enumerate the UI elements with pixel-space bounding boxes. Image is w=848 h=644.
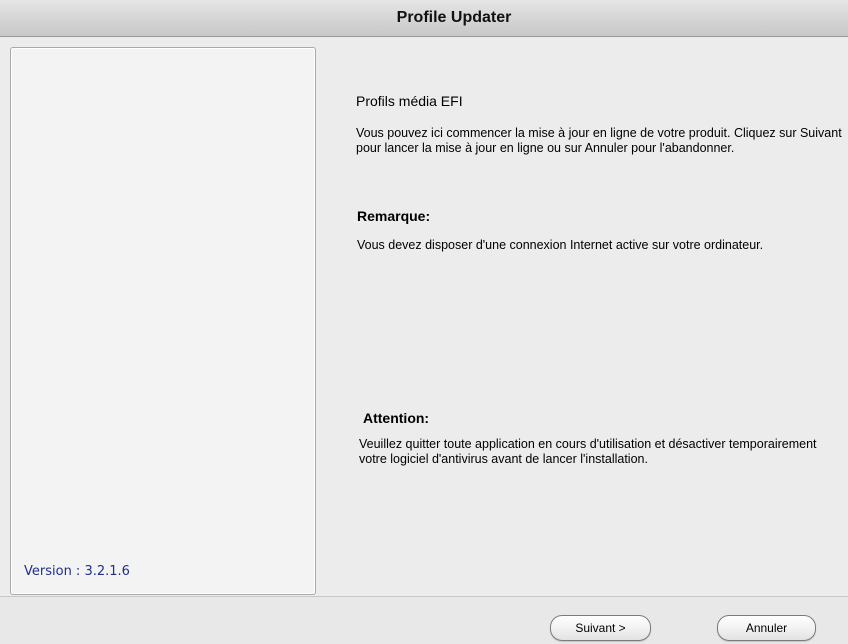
window-title: Profile Updater [396, 9, 512, 26]
next-button[interactable]: Suivant > [550, 615, 651, 641]
title-bar[interactable]: Profile Updater [0, 0, 848, 37]
attention-text: Veuillez quitter toute application en co… [359, 437, 817, 466]
profile-updater-window: Profile Updater Version : 3.2.1.6 Profil… [0, 0, 848, 644]
remarque-title: Remarque: [357, 208, 431, 224]
left-panel [10, 47, 316, 595]
intro-text: Vous pouvez ici commencer la mise à jour… [356, 126, 842, 155]
version-label: Version : 3.2.1.6 [24, 564, 130, 579]
attention-title: Attention: [363, 410, 430, 426]
remarque-text: Vous devez disposer d'une connexion Inte… [357, 238, 764, 252]
cancel-button[interactable]: Annuler [717, 615, 816, 641]
product-heading: Profils média EFI [356, 93, 463, 109]
